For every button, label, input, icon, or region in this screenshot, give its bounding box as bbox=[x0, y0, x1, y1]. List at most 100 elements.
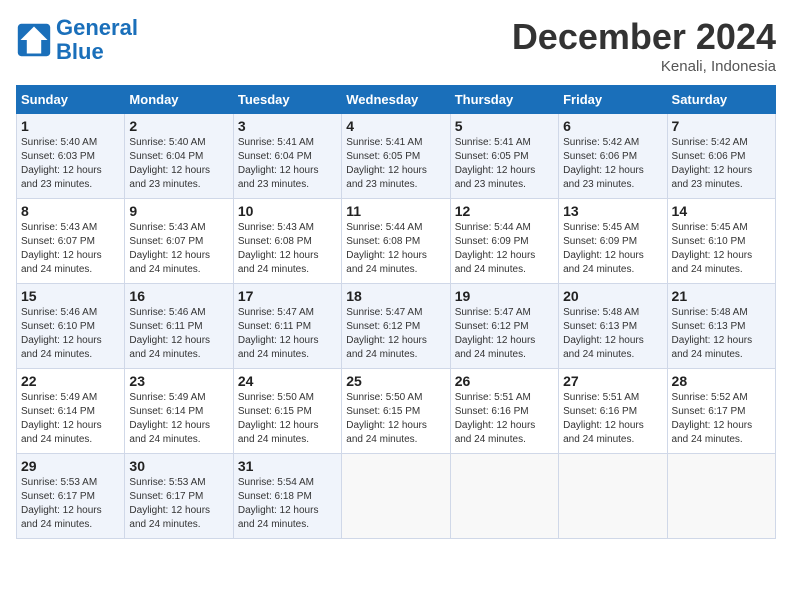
calendar-cell: 19 Sunrise: 5:47 AMSunset: 6:12 PMDayligh… bbox=[450, 284, 558, 369]
calendar-cell bbox=[559, 454, 667, 539]
calendar-cell: 24 Sunrise: 5:50 AMSunset: 6:15 PMDayligh… bbox=[233, 369, 341, 454]
day-info: Sunrise: 5:41 AMSunset: 6:05 PMDaylight:… bbox=[455, 136, 554, 192]
day-number: 30 bbox=[129, 458, 228, 474]
calendar-cell: 18Sunrise: 5:47 AMSunset: 6:12 PMDayligh… bbox=[342, 284, 450, 369]
calendar-cell: 6 Sunrise: 5:42 AMSunset: 6:06 PMDaylight… bbox=[559, 114, 667, 199]
calendar-cell: 13 Sunrise: 5:45 AMSunset: 6:09 PMDayligh… bbox=[559, 199, 667, 284]
weekday-header-friday: Friday bbox=[559, 86, 667, 114]
calendar-cell: 23Sunrise: 5:49 AMSunset: 6:14 PMDayligh… bbox=[125, 369, 233, 454]
day-info: Sunrise: 5:45 AMSunset: 6:10 PMDaylight:… bbox=[672, 221, 771, 277]
day-info: Sunrise: 5:50 AMSunset: 6:15 PMDaylight:… bbox=[238, 391, 337, 447]
day-number: 7 bbox=[672, 118, 771, 134]
day-number: 13 bbox=[563, 203, 662, 219]
day-info: Sunrise: 5:46 AMSunset: 6:11 PMDaylight:… bbox=[129, 306, 228, 362]
calendar-cell: 26 Sunrise: 5:51 AMSunset: 6:16 PMDayligh… bbox=[450, 369, 558, 454]
calendar-cell: 3 Sunrise: 5:41 AMSunset: 6:04 PMDaylight… bbox=[233, 114, 341, 199]
day-info: Sunrise: 5:46 AMSunset: 6:10 PMDaylight:… bbox=[21, 306, 120, 362]
calendar-cell: 9 Sunrise: 5:43 AMSunset: 6:07 PMDaylight… bbox=[125, 199, 233, 284]
calendar-cell: 17 Sunrise: 5:47 AMSunset: 6:11 PMDayligh… bbox=[233, 284, 341, 369]
page-header: General Blue December 2024 Kenali, Indon… bbox=[16, 16, 776, 75]
day-info: Sunrise: 5:40 AMSunset: 6:04 PMDaylight:… bbox=[129, 136, 228, 192]
day-info: Sunrise: 5:51 AMSunset: 6:16 PMDaylight:… bbox=[563, 391, 662, 447]
day-info: Sunrise: 5:42 AMSunset: 6:06 PMDaylight:… bbox=[563, 136, 662, 192]
calendar-table: SundayMondayTuesdayWednesdayThursdayFrid… bbox=[16, 85, 776, 539]
calendar-cell: 15Sunrise: 5:46 AMSunset: 6:10 PMDayligh… bbox=[17, 284, 125, 369]
day-number: 21 bbox=[672, 288, 771, 304]
day-number: 10 bbox=[238, 203, 337, 219]
weekday-header-row: SundayMondayTuesdayWednesdayThursdayFrid… bbox=[17, 86, 776, 114]
weekday-header-thursday: Thursday bbox=[450, 86, 558, 114]
day-info: Sunrise: 5:54 AMSunset: 6:18 PMDaylight:… bbox=[238, 476, 337, 532]
day-info: Sunrise: 5:41 AMSunset: 6:04 PMDaylight:… bbox=[238, 136, 337, 192]
title-block: December 2024 Kenali, Indonesia bbox=[512, 16, 776, 75]
calendar-week-row: 8 Sunrise: 5:43 AMSunset: 6:07 PMDaylight… bbox=[17, 199, 776, 284]
logo-icon bbox=[16, 22, 52, 58]
calendar-cell: 29 Sunrise: 5:53 AMSunset: 6:17 PMDayligh… bbox=[17, 454, 125, 539]
calendar-cell: 16Sunrise: 5:46 AMSunset: 6:11 PMDayligh… bbox=[125, 284, 233, 369]
calendar-cell: 20 Sunrise: 5:48 AMSunset: 6:13 PMDayligh… bbox=[559, 284, 667, 369]
calendar-cell: 30 Sunrise: 5:53 AMSunset: 6:17 PMDayligh… bbox=[125, 454, 233, 539]
calendar-cell: 5Sunrise: 5:41 AMSunset: 6:05 PMDaylight… bbox=[450, 114, 558, 199]
calendar-cell: 31 Sunrise: 5:54 AMSunset: 6:18 PMDayligh… bbox=[233, 454, 341, 539]
day-info: Sunrise: 5:52 AMSunset: 6:17 PMDaylight:… bbox=[672, 391, 771, 447]
weekday-header-saturday: Saturday bbox=[667, 86, 775, 114]
day-info: Sunrise: 5:45 AMSunset: 6:09 PMDaylight:… bbox=[563, 221, 662, 277]
day-info: Sunrise: 5:43 AMSunset: 6:07 PMDaylight:… bbox=[21, 221, 120, 277]
day-number: 6 bbox=[563, 118, 662, 134]
day-info: Sunrise: 5:42 AMSunset: 6:06 PMDaylight:… bbox=[672, 136, 771, 192]
calendar-cell: 25 Sunrise: 5:50 AMSunset: 6:15 PMDayligh… bbox=[342, 369, 450, 454]
month-title: December 2024 bbox=[512, 16, 776, 58]
day-info: Sunrise: 5:47 AMSunset: 6:12 PMDaylight:… bbox=[455, 306, 554, 362]
day-info: Sunrise: 5:47 AMSunset: 6:11 PMDaylight:… bbox=[238, 306, 337, 362]
logo-text: General Blue bbox=[56, 16, 138, 64]
calendar-cell: 21 Sunrise: 5:48 AMSunset: 6:13 PMDayligh… bbox=[667, 284, 775, 369]
weekday-header-wednesday: Wednesday bbox=[342, 86, 450, 114]
day-number: 9 bbox=[129, 203, 228, 219]
day-info: Sunrise: 5:43 AMSunset: 6:07 PMDaylight:… bbox=[129, 221, 228, 277]
day-info: Sunrise: 5:41 AMSunset: 6:05 PMDaylight:… bbox=[346, 136, 445, 192]
day-info: Sunrise: 5:49 AMSunset: 6:14 PMDaylight:… bbox=[21, 391, 120, 447]
day-number: 3 bbox=[238, 118, 337, 134]
calendar-cell: 12 Sunrise: 5:44 AMSunset: 6:09 PMDayligh… bbox=[450, 199, 558, 284]
day-number: 22 bbox=[21, 373, 120, 389]
calendar-week-row: 15Sunrise: 5:46 AMSunset: 6:10 PMDayligh… bbox=[17, 284, 776, 369]
day-number: 4 bbox=[346, 118, 445, 134]
day-number: 2 bbox=[129, 118, 228, 134]
day-info: Sunrise: 5:48 AMSunset: 6:13 PMDaylight:… bbox=[563, 306, 662, 362]
day-info: Sunrise: 5:48 AMSunset: 6:13 PMDaylight:… bbox=[672, 306, 771, 362]
day-info: Sunrise: 5:53 AMSunset: 6:17 PMDaylight:… bbox=[129, 476, 228, 532]
day-number: 19 bbox=[455, 288, 554, 304]
day-info: Sunrise: 5:49 AMSunset: 6:14 PMDaylight:… bbox=[129, 391, 228, 447]
day-number: 1 bbox=[21, 118, 120, 134]
calendar-week-row: 22 Sunrise: 5:49 AMSunset: 6:14 PMDayligh… bbox=[17, 369, 776, 454]
calendar-cell: 10 Sunrise: 5:43 AMSunset: 6:08 PMDayligh… bbox=[233, 199, 341, 284]
calendar-cell: 11Sunrise: 5:44 AMSunset: 6:08 PMDayligh… bbox=[342, 199, 450, 284]
day-number: 27 bbox=[563, 373, 662, 389]
day-number: 24 bbox=[238, 373, 337, 389]
day-info: Sunrise: 5:44 AMSunset: 6:09 PMDaylight:… bbox=[455, 221, 554, 277]
day-number: 31 bbox=[238, 458, 337, 474]
day-info: Sunrise: 5:50 AMSunset: 6:15 PMDaylight:… bbox=[346, 391, 445, 447]
calendar-cell: 7 Sunrise: 5:42 AMSunset: 6:06 PMDaylight… bbox=[667, 114, 775, 199]
calendar-cell: 14Sunrise: 5:45 AMSunset: 6:10 PMDayligh… bbox=[667, 199, 775, 284]
day-info: Sunrise: 5:53 AMSunset: 6:17 PMDaylight:… bbox=[21, 476, 120, 532]
day-number: 12 bbox=[455, 203, 554, 219]
day-number: 25 bbox=[346, 373, 445, 389]
day-number: 26 bbox=[455, 373, 554, 389]
calendar-cell: 22 Sunrise: 5:49 AMSunset: 6:14 PMDayligh… bbox=[17, 369, 125, 454]
calendar-cell bbox=[342, 454, 450, 539]
calendar-cell: 1 Sunrise: 5:40 AMSunset: 6:03 PMDaylight… bbox=[17, 114, 125, 199]
calendar-cell: 2 Sunrise: 5:40 AMSunset: 6:04 PMDaylight… bbox=[125, 114, 233, 199]
day-number: 29 bbox=[21, 458, 120, 474]
calendar-cell: 4 Sunrise: 5:41 AMSunset: 6:05 PMDaylight… bbox=[342, 114, 450, 199]
day-info: Sunrise: 5:51 AMSunset: 6:16 PMDaylight:… bbox=[455, 391, 554, 447]
calendar-cell bbox=[667, 454, 775, 539]
day-number: 8 bbox=[21, 203, 120, 219]
day-info: Sunrise: 5:43 AMSunset: 6:08 PMDaylight:… bbox=[238, 221, 337, 277]
day-number: 20 bbox=[563, 288, 662, 304]
day-number: 17 bbox=[238, 288, 337, 304]
day-info: Sunrise: 5:40 AMSunset: 6:03 PMDaylight:… bbox=[21, 136, 120, 192]
calendar-cell bbox=[450, 454, 558, 539]
calendar-cell: 27 Sunrise: 5:51 AMSunset: 6:16 PMDayligh… bbox=[559, 369, 667, 454]
calendar-cell: 28Sunrise: 5:52 AMSunset: 6:17 PMDayligh… bbox=[667, 369, 775, 454]
